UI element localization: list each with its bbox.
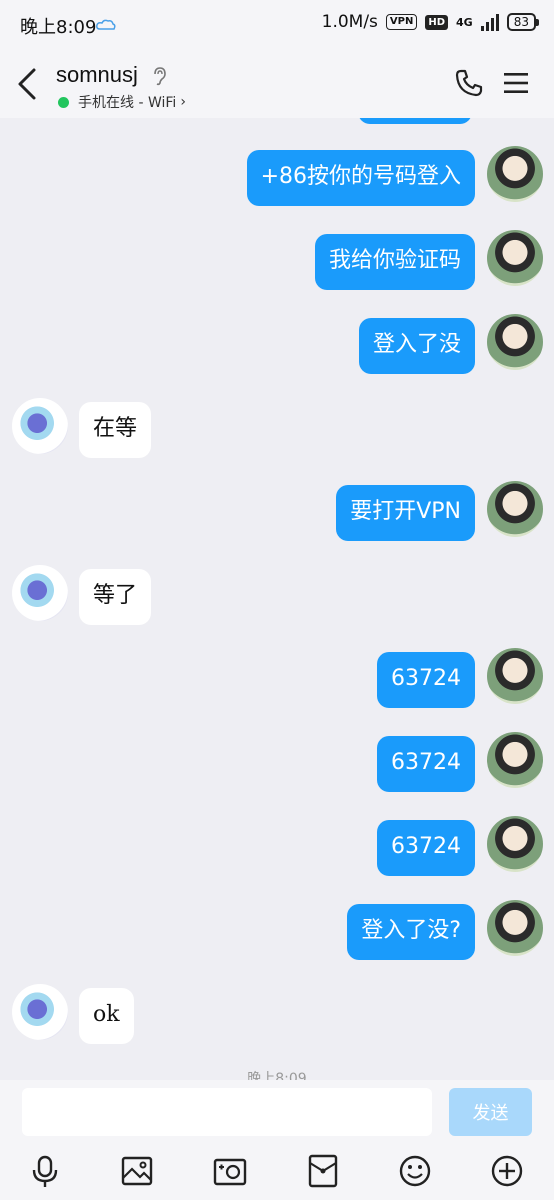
- camera-icon[interactable]: [213, 1154, 247, 1188]
- status-time: 晚上8:09: [20, 17, 97, 38]
- my-avatar[interactable]: [487, 146, 543, 202]
- message-bubble-out[interactable]: 63724: [377, 652, 475, 708]
- contact-name[interactable]: somnusj: [56, 62, 138, 88]
- my-avatar[interactable]: [487, 314, 543, 370]
- message-bubble-out[interactable]: 我给你验证码: [314, 234, 475, 290]
- my-avatar[interactable]: [487, 816, 543, 872]
- hd-badge: HD: [425, 14, 449, 30]
- message-bubble-in[interactable]: 等了: [79, 569, 152, 625]
- presence-status[interactable]: 手机在线 - WiFi ›: [58, 92, 186, 112]
- my-avatar[interactable]: [487, 732, 543, 788]
- status-bar: 晚上8:09 1.0M/s VPN HD 4G 83: [0, 0, 554, 50]
- message-bubble-in[interactable]: ok: [79, 988, 134, 1044]
- composer-bar: 发送: [0, 1080, 554, 1200]
- network-speed: 1.0M/s: [321, 12, 378, 32]
- back-arrow-icon[interactable]: [14, 66, 42, 102]
- my-avatar[interactable]: [487, 900, 543, 956]
- message-bubble-partial[interactable]: [358, 118, 472, 124]
- phone-icon[interactable]: [454, 68, 484, 98]
- battery-indicator: 83: [506, 13, 540, 31]
- message-bubble-in[interactable]: 在等: [79, 402, 152, 458]
- red-packet-icon[interactable]: [306, 1154, 340, 1188]
- menu-icon[interactable]: [504, 72, 528, 94]
- image-icon[interactable]: [120, 1154, 154, 1188]
- status-right: 1.0M/s VPN HD 4G 83: [321, 12, 540, 32]
- cloud-icon: [96, 19, 116, 30]
- signal-icon: [480, 13, 499, 31]
- composer-toolbar: [0, 1150, 554, 1196]
- my-avatar[interactable]: [487, 230, 543, 286]
- message-bubble-out[interactable]: 要打开VPN: [336, 485, 475, 541]
- my-avatar[interactable]: [487, 648, 543, 704]
- message-bubble-out[interactable]: 63724: [377, 820, 475, 876]
- network-type: 4G: [456, 15, 473, 29]
- contact-avatar[interactable]: [12, 398, 68, 454]
- message-input[interactable]: [22, 1088, 432, 1136]
- plus-icon[interactable]: [490, 1154, 524, 1188]
- ear-icon[interactable]: [152, 66, 168, 86]
- message-bubble-out[interactable]: 63724: [377, 736, 475, 792]
- message-list[interactable]: +86按你的号码登入 我给你验证码 登入了没 在等 要打开VPN 等了 6372…: [0, 118, 554, 1080]
- message-bubble-out[interactable]: +86按你的号码登入: [246, 150, 475, 206]
- send-button[interactable]: 发送: [449, 1088, 532, 1136]
- chat-header: somnusj 手机在线 - WiFi ›: [0, 50, 554, 118]
- online-dot: [58, 96, 69, 108]
- vpn-badge: VPN: [385, 14, 418, 30]
- message-bubble-out[interactable]: 登入了没?: [347, 904, 475, 960]
- contact-avatar[interactable]: [12, 984, 68, 1040]
- my-avatar[interactable]: [487, 481, 543, 537]
- message-bubble-out[interactable]: 登入了没: [358, 318, 475, 374]
- microphone-icon[interactable]: [28, 1154, 62, 1188]
- contact-avatar[interactable]: [12, 565, 68, 621]
- presence-text: 手机在线 - WiFi: [78, 95, 177, 111]
- chevron-right-icon: ›: [180, 94, 186, 110]
- message-timestamp: 晚上8:09: [247, 1071, 307, 1080]
- emoji-icon[interactable]: [398, 1154, 432, 1188]
